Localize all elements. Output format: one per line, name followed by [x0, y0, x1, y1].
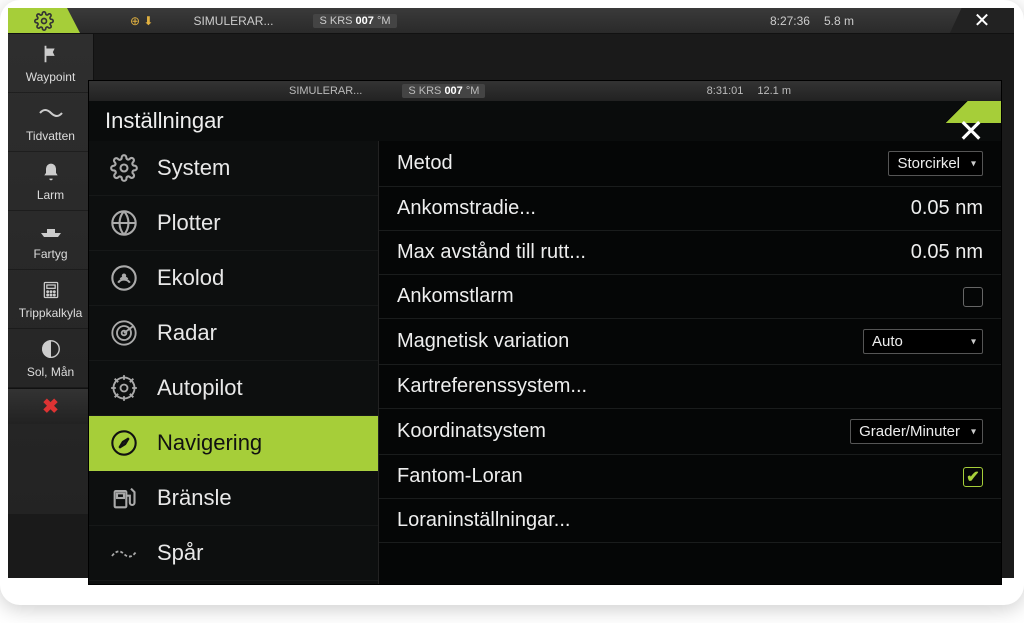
- rail-label: Waypoint: [26, 70, 76, 84]
- status-front-krs: S KRS 007 °M: [402, 84, 485, 98]
- settings-categories: System Plotter Ekolod Radar Autopilot: [89, 141, 379, 584]
- setting-label: Kartreferenssystem...: [397, 375, 587, 398]
- setting-label: Magnetisk variation: [397, 330, 569, 353]
- status-bg-krs: S KRS 007 °M: [313, 14, 396, 28]
- rail-item-waypoint[interactable]: Waypoint: [8, 34, 93, 93]
- setting-row-max-xte[interactable]: Max avstånd till rutt... 0.05 nm: [379, 231, 1001, 275]
- wave-icon: [39, 101, 63, 125]
- left-rail: Waypoint Tidvatten Larm Fartyg Trippkalk…: [8, 34, 94, 514]
- settings-detail-panel: Metod Storcirkel Ankomstradie... 0.05 nm…: [379, 141, 1001, 584]
- status-bg-depth: 5.8 m: [824, 14, 854, 28]
- max-xte-value: 0.05 nm: [911, 241, 983, 264]
- rail-label: Fartyg: [33, 247, 67, 261]
- arrival-radius-value: 0.05 nm: [911, 197, 983, 220]
- track-icon: [109, 538, 139, 568]
- close-button-bg[interactable]: ✕: [950, 8, 1014, 33]
- method-dropdown[interactable]: Storcirkel: [888, 151, 983, 176]
- category-chart[interactable]: Plotter: [89, 196, 378, 251]
- setting-label: Ankomstlarm: [397, 285, 514, 308]
- gear-icon: [34, 11, 54, 31]
- setting-label: Fantom-Loran: [397, 465, 523, 488]
- setting-row-datum[interactable]: Kartreferenssystem...: [379, 365, 1001, 409]
- setting-row-phantom-loran[interactable]: Fantom-Loran: [379, 455, 1001, 499]
- status-front-time: 8:31:01: [707, 85, 744, 97]
- setting-label: Ankomstradie...: [397, 197, 536, 220]
- gear-icon: [109, 153, 139, 183]
- moon-icon: [39, 337, 63, 361]
- category-radar[interactable]: Radar: [89, 306, 378, 361]
- phantom-loran-checkbox[interactable]: [963, 467, 983, 487]
- category-label: Radar: [157, 320, 217, 346]
- bell-icon: [39, 160, 63, 184]
- status-front-simulate: SIMULERAR...: [289, 85, 362, 97]
- status-bg-time: 8:27:36: [770, 14, 810, 28]
- rail-item-vessels[interactable]: Fartyg: [8, 211, 93, 270]
- flag-icon: [39, 42, 63, 66]
- sonar-icon: [109, 263, 139, 293]
- calculator-icon: [39, 278, 63, 302]
- helm-icon: [109, 373, 139, 403]
- coord-dropdown[interactable]: Grader/Minuter: [850, 419, 983, 444]
- setting-row-loran-settings[interactable]: Loraninställningar...: [379, 499, 1001, 543]
- setting-label: Max avstånd till rutt...: [397, 241, 586, 264]
- fuel-icon: [109, 483, 139, 513]
- setting-label: Loraninställningar...: [397, 509, 570, 532]
- setting-label: Metod: [397, 152, 453, 175]
- rail-item-trip[interactable]: Trippkalkyla: [8, 270, 93, 329]
- category-sonar[interactable]: Ekolod: [89, 251, 378, 306]
- rail-close-button[interactable]: ✖: [8, 388, 93, 424]
- globe-icon: [109, 208, 139, 238]
- category-label: Navigering: [157, 430, 262, 456]
- category-label: Bränsle: [157, 485, 232, 511]
- setting-label: Koordinatsystem: [397, 420, 546, 443]
- category-navigation[interactable]: Navigering: [89, 416, 378, 471]
- setting-row-method[interactable]: Metod Storcirkel: [379, 141, 1001, 187]
- category-label: System: [157, 155, 230, 181]
- mag-var-dropdown[interactable]: Auto: [863, 329, 983, 354]
- category-fuel[interactable]: Bränsle: [89, 471, 378, 526]
- rail-item-alarm[interactable]: Larm: [8, 152, 93, 211]
- settings-gear-tab[interactable]: [8, 8, 80, 33]
- status-bar-background: ⊕ ⬇ SIMULERAR... S KRS 007 °M 8:27:36 5.…: [8, 8, 1014, 34]
- arrival-alarm-checkbox[interactable]: [963, 287, 983, 307]
- setting-row-arrival-radius[interactable]: Ankomstradie... 0.05 nm: [379, 187, 1001, 231]
- status-bg-simulate: SIMULERAR...: [193, 14, 273, 28]
- rail-label: Tidvatten: [26, 129, 75, 143]
- rail-label: Trippkalkyla: [19, 306, 83, 320]
- compass-icon: [109, 428, 139, 458]
- category-label: Autopilot: [157, 375, 243, 401]
- status-bar-front: SIMULERAR... S KRS 007 °M 8:31:01 12.1 m: [89, 81, 1001, 101]
- settings-title: Inställningar: [105, 108, 224, 134]
- radar-icon: [109, 318, 139, 348]
- category-system[interactable]: System: [89, 141, 378, 196]
- ship-icon: [39, 219, 63, 243]
- category-label: Plotter: [157, 210, 221, 236]
- category-autopilot[interactable]: Autopilot: [89, 361, 378, 416]
- status-front-depth: 12.1 m: [757, 85, 791, 97]
- rail-label: Sol, Mån: [27, 365, 74, 379]
- category-label: Spår: [157, 540, 203, 566]
- category-label: Ekolod: [157, 265, 224, 291]
- setting-row-coord[interactable]: Koordinatsystem Grader/Minuter: [379, 409, 1001, 455]
- settings-header: Inställningar ✕: [89, 101, 1001, 141]
- rail-item-sunmoon[interactable]: Sol, Mån: [8, 329, 93, 388]
- setting-row-mag-var[interactable]: Magnetisk variation Auto: [379, 319, 1001, 365]
- status-bg-content: ⊕ ⬇ SIMULERAR... S KRS 007 °M 8:27:36 5.…: [80, 14, 1014, 28]
- settings-window: SIMULERAR... S KRS 007 °M 8:31:01 12.1 m…: [88, 80, 1002, 585]
- category-tracks[interactable]: Spår: [89, 526, 378, 581]
- setting-row-arrival-alarm[interactable]: Ankomstlarm: [379, 275, 1001, 319]
- rail-item-tides[interactable]: Tidvatten: [8, 93, 93, 152]
- rail-label: Larm: [37, 188, 64, 202]
